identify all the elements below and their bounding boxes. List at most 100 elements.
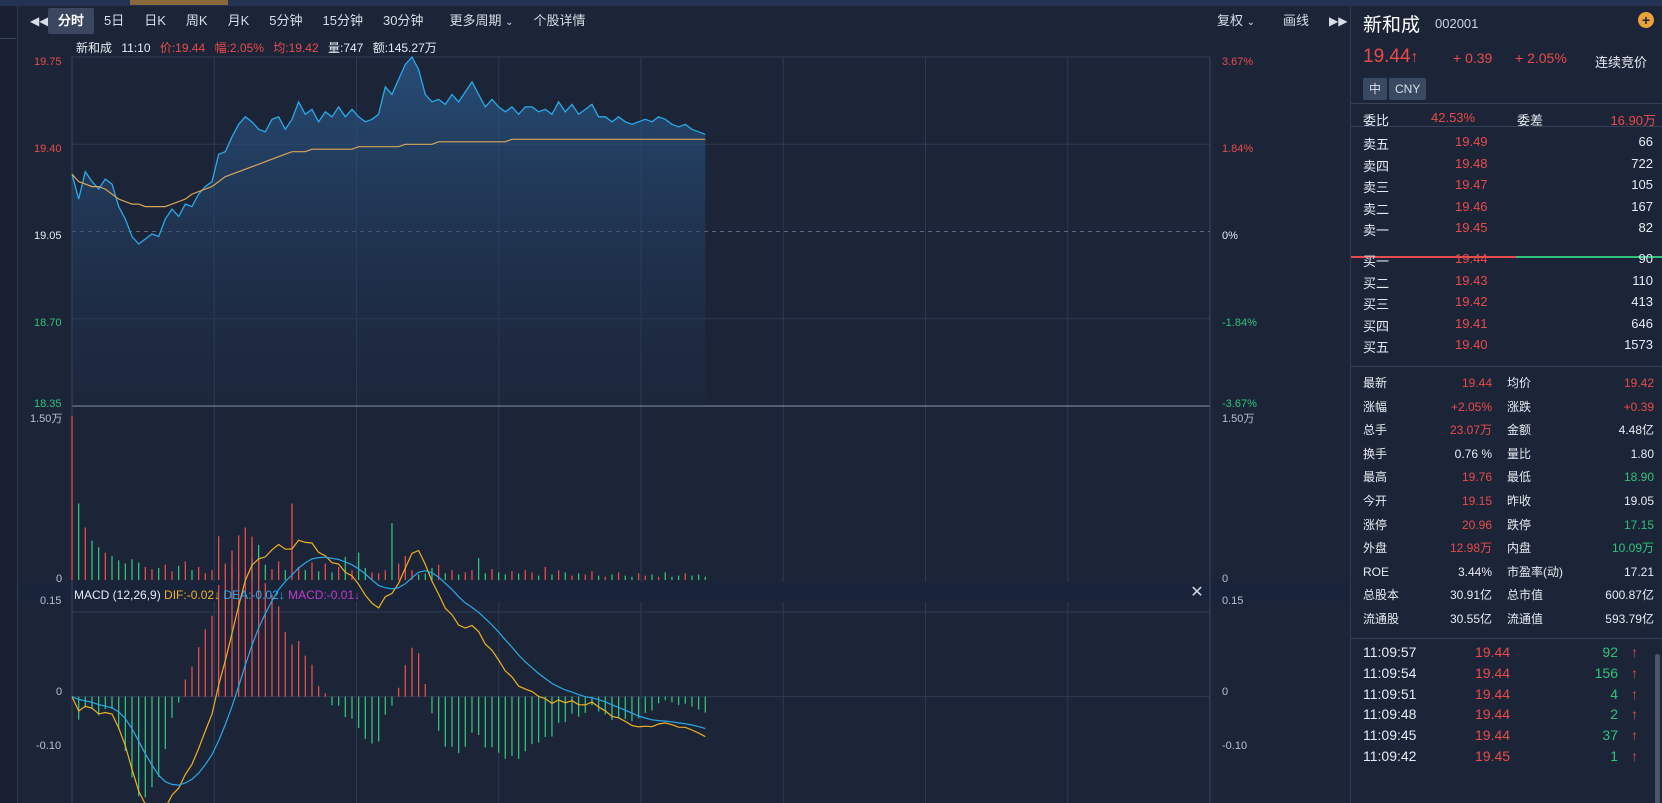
tick-time: 11:09:48 xyxy=(1363,706,1417,723)
stat-value: 30.55亿 xyxy=(1449,612,1492,626)
stat-value: 1.80 xyxy=(1630,446,1654,461)
ask-price: 19.45 xyxy=(1455,220,1488,235)
bid-label: 买五 xyxy=(1363,340,1390,355)
stat-value: 17.21 xyxy=(1623,564,1654,579)
stat-label: 昨收 xyxy=(1507,494,1532,508)
macd-macd-value: MACD:-0.01 xyxy=(288,588,355,602)
tick-scrollbar[interactable] xyxy=(1655,654,1660,803)
close-icon[interactable]: ✕ xyxy=(1188,584,1206,602)
current-price-value: 19.44 xyxy=(1363,46,1411,67)
tick-volume: 4 xyxy=(1610,685,1618,702)
stat-value: 19.42 xyxy=(1623,376,1654,390)
bid-price: 19.43 xyxy=(1455,272,1488,288)
tick-volume: 2 xyxy=(1610,706,1618,723)
tick-price: 19.44 xyxy=(1475,727,1511,744)
macd-dif-arrow: ↓ xyxy=(214,588,221,602)
tick-row: 11:09:45 19.44 37 ↑ xyxy=(1363,727,1638,747)
stat-label: 均价 xyxy=(1507,376,1532,390)
tick-time: 11:09:42 xyxy=(1363,748,1417,764)
current-price: 19.44↑ xyxy=(1363,46,1419,68)
stat-label: 流通股 xyxy=(1363,612,1400,626)
stat-label: 跌停 xyxy=(1507,517,1532,532)
bid-price: 19.42 xyxy=(1455,294,1488,309)
stat-value: 0.76 % xyxy=(1454,446,1492,461)
stat-label: 总市值 xyxy=(1507,588,1544,603)
vol-axis-right-zero: 0 xyxy=(1222,573,1229,585)
ask-row[interactable]: 卖一 19.45 82 xyxy=(1363,220,1653,242)
price-axis-right-4: -3.67% xyxy=(1222,398,1257,410)
ask-volume: 105 xyxy=(1631,177,1653,192)
bid-row[interactable]: 买五 19.40 1573 xyxy=(1363,337,1653,359)
stat-label: 涨跌 xyxy=(1507,399,1532,414)
bid-volume: 413 xyxy=(1631,294,1653,309)
bid-volume: 90 xyxy=(1638,251,1653,266)
market-badge: 中 xyxy=(1363,78,1388,100)
ask-row[interactable]: 卖四 19.48 722 xyxy=(1363,156,1653,178)
tick-volume: 1 xyxy=(1610,748,1618,764)
tick-time: 11:09:57 xyxy=(1363,644,1417,660)
stat-label: 量比 xyxy=(1507,446,1532,461)
weicha-label: 委差 xyxy=(1517,113,1544,128)
webi-label: 委比 xyxy=(1363,113,1390,128)
stat-value: 20.96 xyxy=(1461,517,1492,532)
ask-label: 卖四 xyxy=(1363,158,1390,174)
macd-dif-value: DIF:-0.02 xyxy=(164,588,215,602)
stat-value: 23.07万 xyxy=(1449,423,1492,438)
tick-time: 11:09:54 xyxy=(1363,664,1417,681)
active-tab-marker[interactable] xyxy=(130,0,228,5)
price-axis-left-1: 19.40 xyxy=(34,143,62,155)
ask-label: 卖一 xyxy=(1363,223,1390,238)
price-axis-left-0: 19.75 xyxy=(34,56,62,68)
bid-volume: 646 xyxy=(1631,315,1653,331)
stat-label: 最高 xyxy=(1363,470,1388,485)
stat-label: 最低 xyxy=(1507,470,1532,485)
ask-row[interactable]: 卖二 19.46 167 xyxy=(1363,199,1653,221)
price-axis-left-3: 18.70 xyxy=(34,317,62,329)
ask-row[interactable]: 卖三 19.47 105 xyxy=(1363,177,1653,199)
app-root: ◀◀ 分时 5日 日K 周K 月K 5分钟 15分钟 30分钟 更多周期 ⌄ 个… xyxy=(0,0,1662,803)
tick-price: 19.44 xyxy=(1475,706,1511,723)
vol-axis-left-zero: 0 xyxy=(56,573,63,585)
tick-row: 11:09:48 19.44 2 ↑ xyxy=(1363,706,1638,726)
stat-value: +0.39 xyxy=(1623,399,1654,414)
price-axis-left-2: 19.05 xyxy=(34,230,62,242)
price-change-pct: + 2.05% xyxy=(1515,50,1567,66)
intraday-chart[interactable] xyxy=(20,6,1347,803)
ask-label: 卖五 xyxy=(1363,137,1390,152)
price-axis-right-2: 0% xyxy=(1222,230,1238,242)
tick-price: 19.44 xyxy=(1475,644,1511,660)
tick-time: 11:09:51 xyxy=(1363,685,1417,702)
bid-label: 买四 xyxy=(1363,318,1390,334)
ask-label: 卖三 xyxy=(1363,180,1390,195)
ask-volume: 66 xyxy=(1638,134,1653,149)
stat-label: 流通值 xyxy=(1507,612,1544,626)
stat-label: 金额 xyxy=(1507,423,1532,438)
add-watchlist-icon[interactable]: + xyxy=(1638,12,1654,28)
stat-label: 换手 xyxy=(1363,446,1388,461)
divider xyxy=(1351,103,1662,104)
bid-row[interactable]: 买一 19.44 90 xyxy=(1363,251,1653,273)
stat-value: 19.05 xyxy=(1623,494,1654,508)
bid-row[interactable]: 买三 19.42 413 xyxy=(1363,294,1653,316)
macd-dea-value: DEA:-0.02 xyxy=(223,588,279,602)
chart-panel: ◀◀ 分时 5日 日K 周K 月K 5分钟 15分钟 30分钟 更多周期 ⌄ 个… xyxy=(20,6,1347,803)
ask-price: 19.48 xyxy=(1455,155,1488,171)
stat-value: 17.15 xyxy=(1623,517,1654,532)
stat-value: 19.15 xyxy=(1461,494,1492,508)
left-rail-divider xyxy=(0,38,16,39)
up-arrow-icon: ↑ xyxy=(1410,49,1419,66)
stat-label: 内盘 xyxy=(1507,541,1532,556)
stat-value: 10.09万 xyxy=(1611,541,1654,556)
macd-dif-line xyxy=(71,539,706,803)
bid-label: 买一 xyxy=(1363,254,1390,269)
macd-axis-right-1: 0 xyxy=(1222,686,1229,698)
divider xyxy=(1351,366,1662,367)
bid-price: 19.40 xyxy=(1455,337,1488,352)
bid-row[interactable]: 买二 19.43 110 xyxy=(1363,273,1653,295)
weicha-value: 16.90万 xyxy=(1610,113,1656,128)
ask-volume: 167 xyxy=(1631,198,1653,214)
ask-row[interactable]: 卖五 19.49 66 xyxy=(1363,134,1653,156)
bid-row[interactable]: 买四 19.41 646 xyxy=(1363,316,1653,338)
stat-value: 4.48亿 xyxy=(1618,423,1654,438)
price-axis-right-1: 1.84% xyxy=(1222,143,1254,155)
